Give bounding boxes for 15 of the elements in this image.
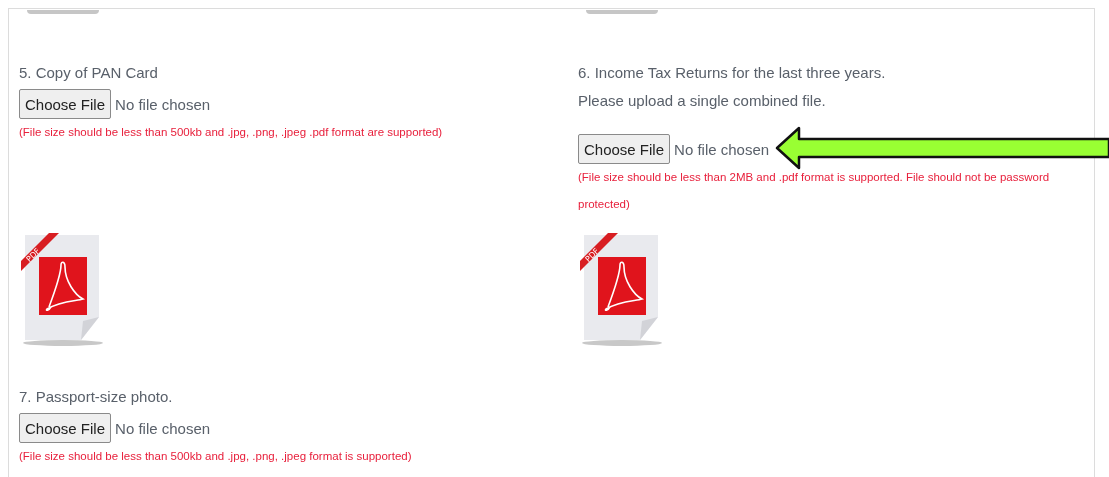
choose-file-button[interactable]: Choose File (19, 413, 112, 443)
field-hint: Please upload a single combined file. (578, 91, 827, 111)
field-label: 5. Copy of PAN Card (19, 63, 159, 83)
choose-file-button[interactable]: Choose File (578, 134, 671, 164)
file-requirements-note: (File size should be less than 500kb and .jpg, .png, .jpeg format is supported) (19, 449, 413, 464)
file-status: No file chosen (115, 95, 211, 113)
icon-shadow (27, 10, 99, 14)
file-status: No file chosen (674, 140, 770, 158)
file-requirements-note: (File size should be less than 500kb and .jpg, .png, .jpeg .pdf format are supported) (19, 125, 444, 140)
choose-file-button[interactable]: Choose File (19, 89, 112, 119)
file-requirements-note: (File size should be less than 2MB and .pdf format is supported. File should not be password protected) (578, 170, 1051, 212)
field-label: 6. Income Tax Returns for the last three years. (578, 63, 887, 83)
file-status: No file chosen (115, 419, 211, 437)
field-label: 7. Passport-size photo. (19, 387, 174, 407)
icon-shadow (586, 10, 658, 14)
